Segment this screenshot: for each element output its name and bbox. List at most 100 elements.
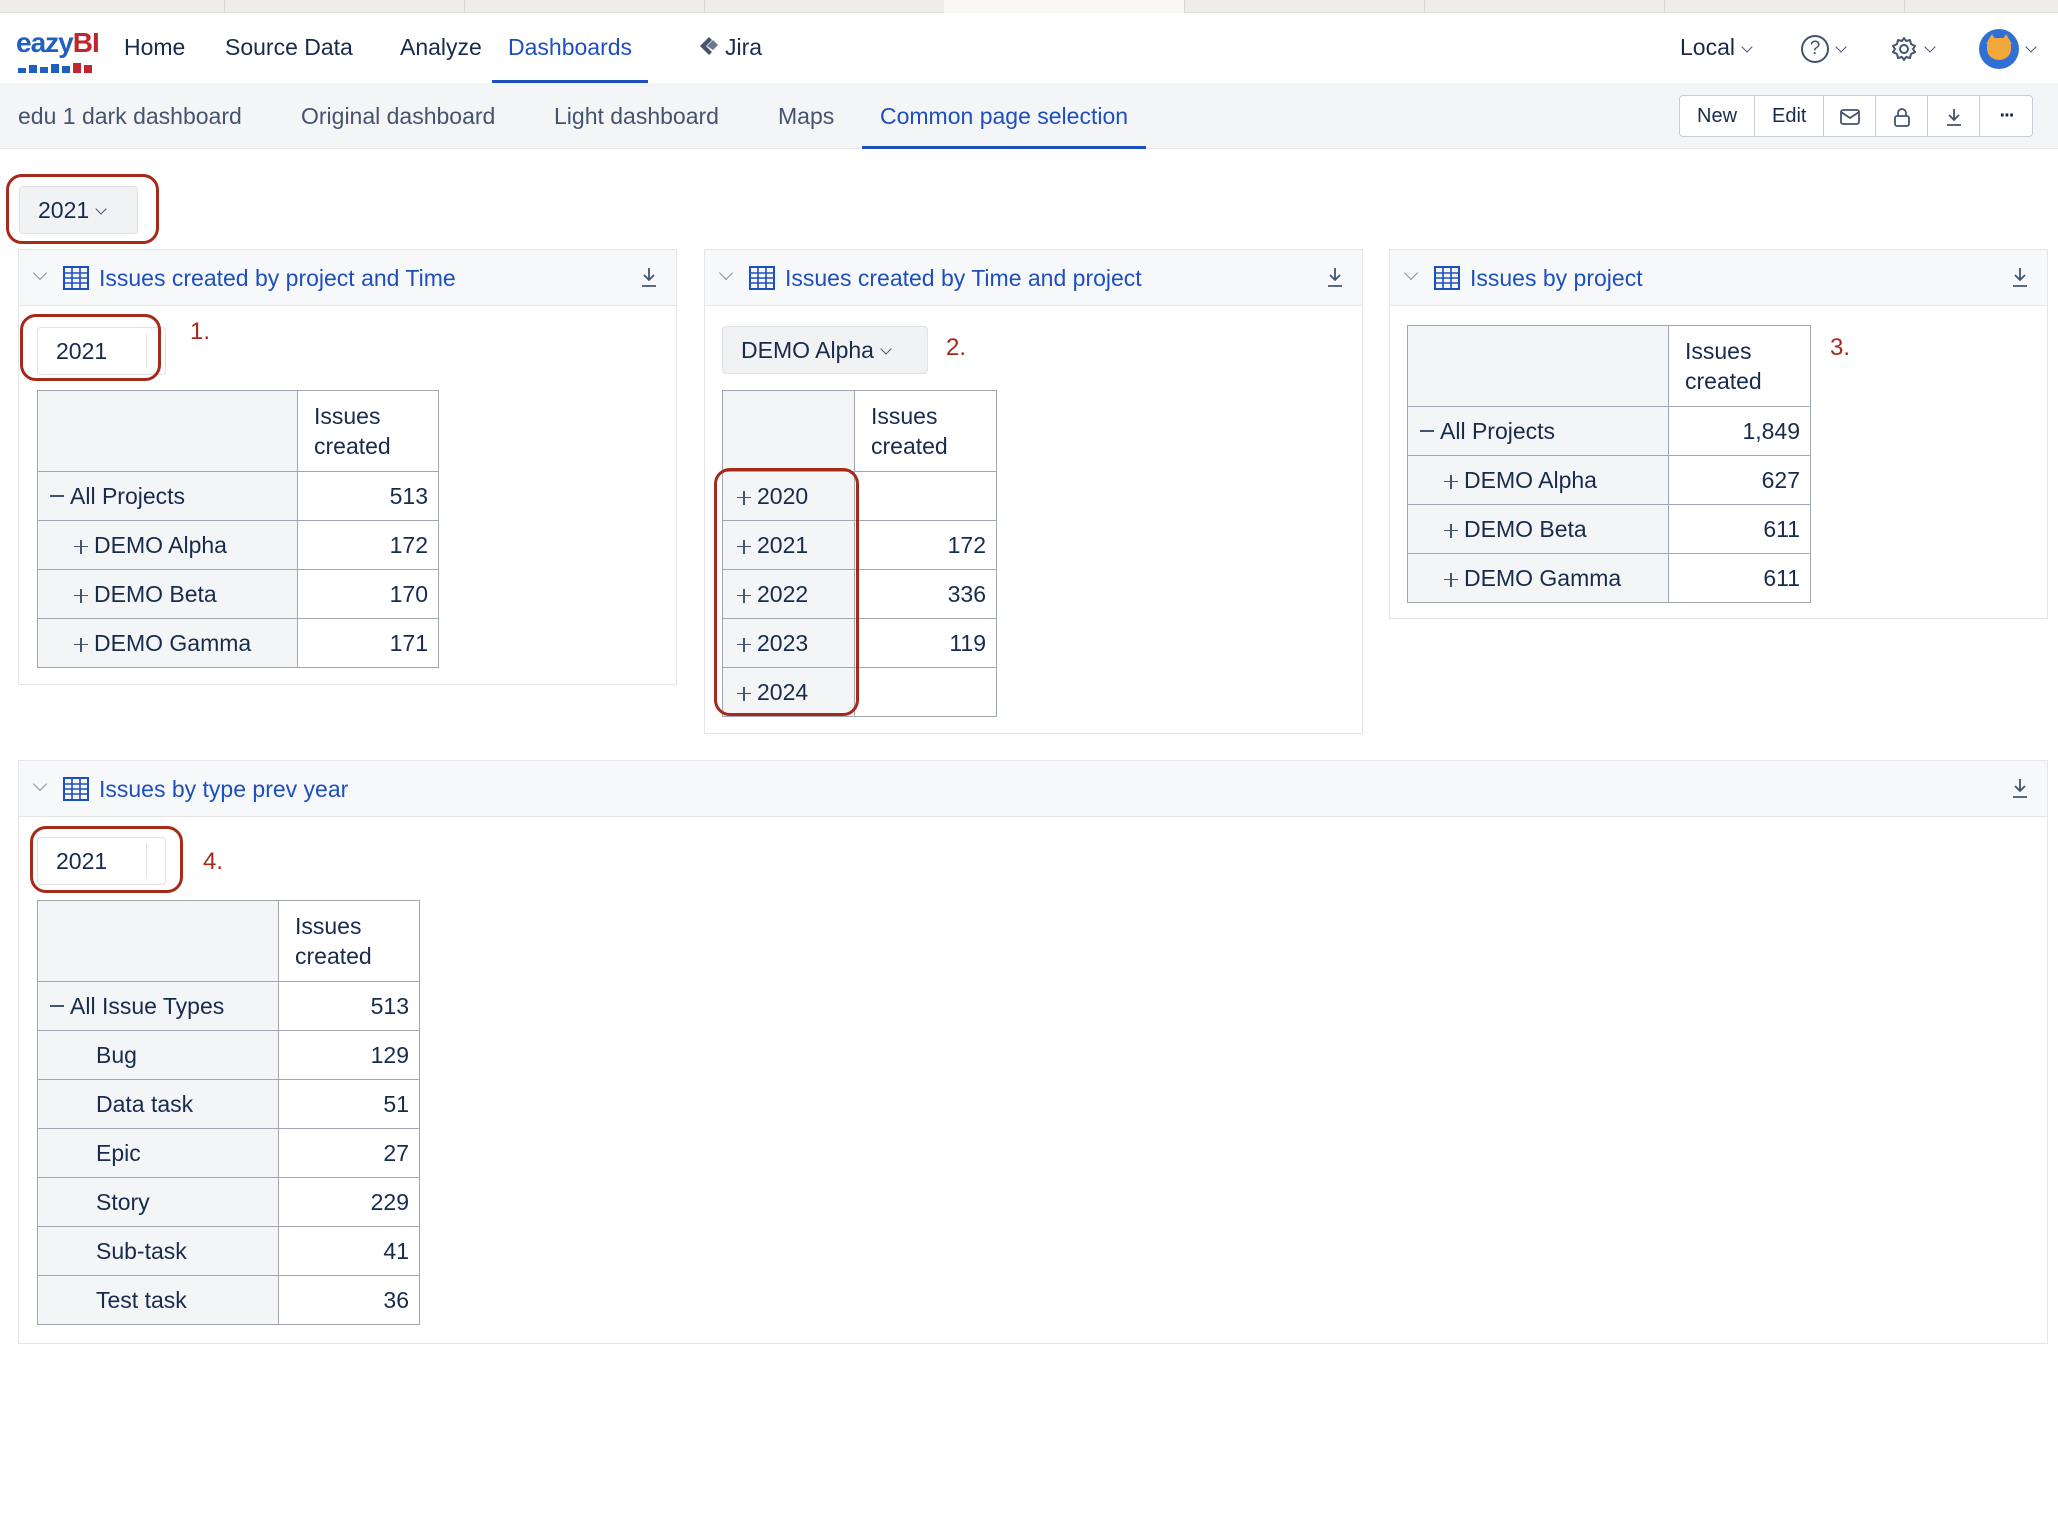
row-header[interactable]: DEMO Alpha [37,520,298,570]
row-header[interactable]: Bug [37,1030,279,1080]
row-header[interactable]: DEMO Beta [37,569,298,619]
download-icon[interactable] [2011,777,2029,799]
row-label: All Issue Types [70,992,225,1019]
tab-edu-1-dark-dashboard[interactable]: edu 1 dark dashboard [18,83,242,149]
row-label: Test task [96,1286,187,1313]
table-icon [749,266,775,290]
user-menu[interactable] [1979,13,2037,83]
collapse-icon[interactable] [50,494,64,497]
lock-button[interactable] [1876,96,1929,136]
row-header[interactable]: DEMO Gamma [1407,553,1669,603]
settings-menu[interactable] [1890,13,1936,83]
collapse-chevron-icon[interactable] [32,265,48,281]
table-row: All Projects 1,849 [1407,406,1811,456]
table-icon [1434,266,1460,290]
annotation-outline [714,468,859,716]
cell-value: 513 [297,471,439,521]
chevron-down-icon [1835,41,1847,53]
collapse-chevron-icon[interactable] [718,265,734,281]
panel-title[interactable]: Issues created by project and Time [99,250,456,306]
row-header[interactable]: DEMO Beta [1407,504,1669,554]
tab-original-dashboard[interactable]: Original dashboard [301,83,495,149]
nav-analyze[interactable]: Analyze [400,13,482,83]
cell-value: 611 [1668,504,1811,554]
table-icon [63,266,89,290]
row-label: DEMO Alpha [94,531,227,558]
expand-icon[interactable] [1444,523,1458,538]
panel-2-page-filter[interactable]: DEMO Alpha [722,326,928,374]
download-button[interactable] [1928,96,1981,136]
lock-icon [1894,107,1910,127]
more-button[interactable]: ··· [1980,96,2032,136]
new-button[interactable]: New [1680,96,1756,136]
table-row: Data task 51 [37,1079,420,1129]
more-icon: ··· [1999,105,2015,127]
pivot-table: Issues created All Issue Types 513 Bug 129… [37,900,420,1325]
cell-value: 170 [297,569,439,619]
panel-title[interactable]: Issues by type prev year [99,761,348,817]
nav-source-data[interactable]: Source Data [225,13,353,83]
table-row: All Issue Types 513 [37,981,420,1031]
table-row: Sub-task 41 [37,1226,420,1276]
account-selector[interactable]: Local [1680,13,1753,83]
expand-icon[interactable] [74,637,88,652]
help-menu[interactable]: ? [1801,13,1847,83]
row-header[interactable]: All Projects [1407,406,1669,456]
account-label: Local [1680,34,1735,60]
nav-jira[interactable]: Jira [697,13,762,83]
row-header[interactable]: Story [37,1177,279,1227]
tab-label: edu 1 dark dashboard [18,103,242,129]
row-header[interactable]: Test task [37,1275,279,1325]
tab-light-dashboard[interactable]: Light dashboard [554,83,719,149]
logo-text-bi: BI [72,27,100,58]
cell-value: 336 [854,569,997,619]
panel-title[interactable]: Issues by project [1470,250,1643,306]
column-header[interactable]: Issues created [278,900,420,982]
table-row: Test task 36 [37,1275,420,1325]
nav-dashboards[interactable]: Dashboards [492,13,649,83]
row-label: DEMO Gamma [1464,564,1622,591]
row-header[interactable]: All Issue Types [37,981,279,1031]
edit-button[interactable]: Edit [1755,96,1825,136]
table-row: DEMO Gamma 611 [1407,553,1811,603]
annotation-outline [6,174,159,244]
row-label: DEMO Beta [1464,515,1587,542]
panel-title[interactable]: Issues created by Time and project [785,250,1142,306]
row-header[interactable]: All Projects [37,471,298,521]
download-icon[interactable] [2011,266,2029,288]
row-label: DEMO Alpha [1464,466,1597,493]
eazybi-logo[interactable]: eazyBI [16,27,100,73]
tab-label: Light dashboard [554,103,719,129]
row-header[interactable]: Epic [37,1128,279,1178]
download-icon[interactable] [640,266,658,288]
row-header[interactable]: Data task [37,1079,279,1129]
row-label: Sub-task [96,1237,187,1264]
annotation-number: 4. [203,848,224,875]
nav-source-data-label: Source Data [225,34,353,60]
collapse-chevron-icon[interactable] [32,776,48,792]
corner-cell [722,390,855,472]
expand-icon[interactable] [74,539,88,554]
tab-common-page-selection[interactable]: Common page selection [862,83,1147,149]
cell-value: 172 [854,520,997,570]
expand-icon[interactable] [74,588,88,603]
collapse-icon[interactable] [1420,429,1434,432]
collapse-icon[interactable] [50,1004,64,1007]
cell-value: 41 [278,1226,420,1276]
column-header[interactable]: Issues created [854,390,997,472]
row-header[interactable]: Sub-task [37,1226,279,1276]
help-icon: ? [1801,34,1829,63]
column-header[interactable]: Issues created [297,390,439,472]
nav-home[interactable]: Home [124,13,185,83]
expand-icon[interactable] [1444,572,1458,587]
row-header[interactable]: DEMO Gamma [37,618,298,668]
download-icon[interactable] [1326,266,1344,288]
tab-maps[interactable]: Maps [778,83,834,149]
email-button[interactable] [1824,96,1877,136]
panel-header: Issues by type prev year [19,761,2047,817]
row-label: Story [96,1188,150,1215]
column-header[interactable]: Issues created [1668,325,1811,407]
row-header[interactable]: DEMO Alpha [1407,455,1669,505]
expand-icon[interactable] [1444,474,1458,489]
collapse-chevron-icon[interactable] [1403,265,1419,281]
